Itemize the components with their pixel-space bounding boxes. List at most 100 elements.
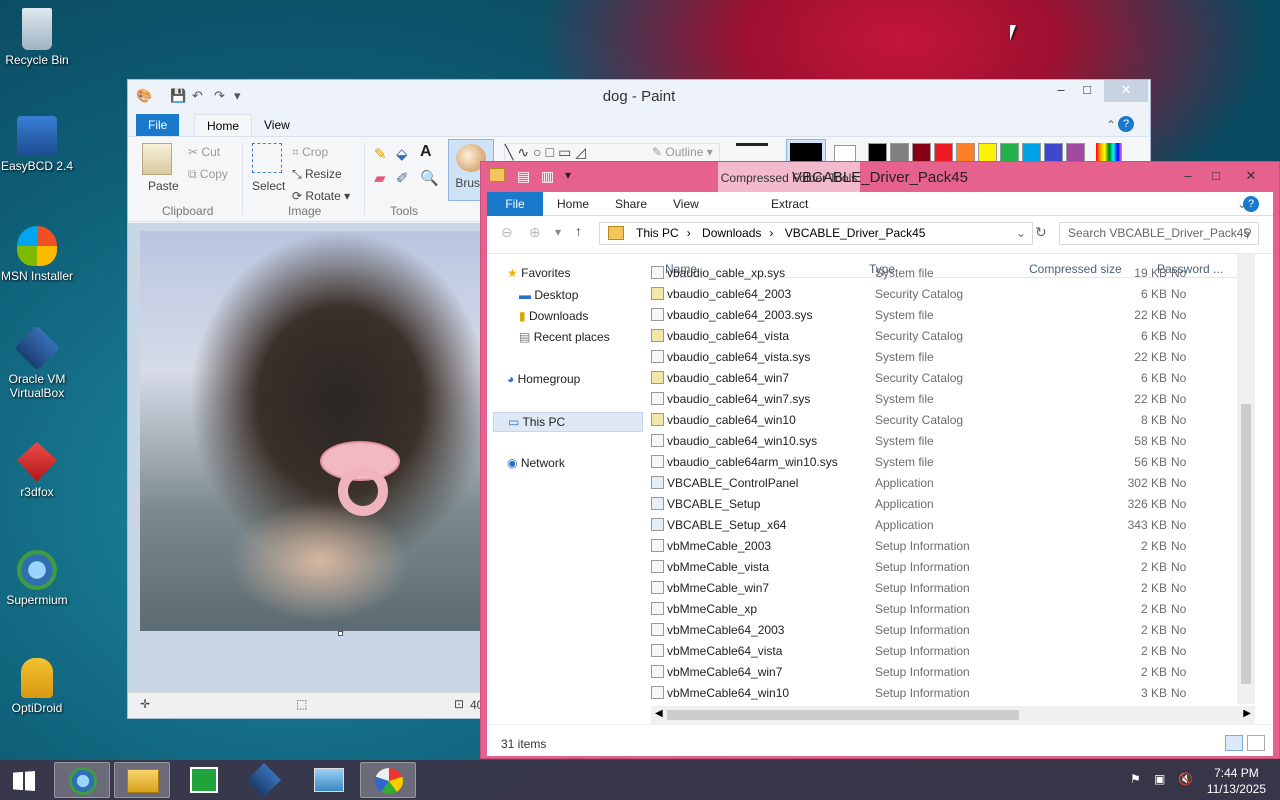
pencil-icon[interactable]: ✎ [374,145,387,163]
palette-color-swatch[interactable] [1000,143,1019,162]
up-icon[interactable]: ↑ [575,223,582,239]
start-button[interactable] [0,762,48,798]
file-row[interactable]: vbMmeCable_win7 Setup Information 2 KB No [651,577,1255,598]
file-row[interactable]: vbaudio_cable64_vista.sys System file 22 K… [651,346,1255,367]
magnifier-icon[interactable]: 🔍 [420,169,439,187]
paste-icon[interactable] [142,143,172,175]
refresh-icon[interactable]: ↻ [1035,224,1047,241]
close-button[interactable]: ✕ [1104,80,1148,102]
resize-button[interactable]: ⤡ Resize [292,167,342,182]
maximize-button[interactable]: □ [1201,166,1231,188]
copy-button[interactable]: ⧉ Copy [188,167,228,182]
cut-button[interactable]: ✂ Cut [188,145,220,159]
maximize-button[interactable]: □ [1072,80,1102,102]
file-row[interactable]: vbaudio_cable64_win10.sys System file 58 K… [651,430,1255,451]
nav-desktop[interactable]: ▬ Desktop [519,288,578,302]
desktop-icon-easybcd[interactable]: EasyBCD 2.4 [0,116,74,173]
paint-tab-view[interactable]: View [252,114,302,136]
edit-colors-icon[interactable] [1096,143,1122,162]
file-row[interactable]: VBCABLE_ControlPanel Application 302 KB No [651,472,1255,493]
file-row[interactable]: vbMmeCable_2003 Setup Information 2 KB No [651,535,1255,556]
breadcrumb-current[interactable]: VBCABLE_Driver_Pack45 [785,226,926,240]
desktop-icon-supermium[interactable]: Supermium [0,550,74,607]
palette-color-swatch[interactable] [1066,143,1085,162]
explorer-titlebar[interactable]: ▤ ▥ ▾ Compressed Folder Tools VBCABLE_Dr… [481,162,1279,192]
paint-tab-home[interactable]: Home [194,114,253,137]
taskbar-paint[interactable] [360,762,416,798]
palette-color-swatch[interactable] [978,143,997,162]
back-icon[interactable]: ⊖ [501,224,513,241]
clock[interactable]: 7:44 PM 11/13/2025 [1207,765,1266,797]
file-row[interactable]: vbMmeCable64_vista Setup Information 2 KB N… [651,640,1255,661]
vertical-scroll-thumb[interactable] [1241,404,1251,684]
palette-color-swatch[interactable] [934,143,953,162]
help-icon[interactable]: ? [1243,196,1259,212]
details-view-icon[interactable] [1225,735,1243,751]
nav-network[interactable]: ◉ Network [507,456,565,470]
select-button[interactable]: Select [252,179,285,193]
explorer-window[interactable]: ▤ ▥ ▾ Compressed Folder Tools VBCABLE_Dr… [480,161,1280,759]
scroll-right-icon[interactable]: ▶ [1243,708,1251,719]
close-button[interactable]: ✕ [1231,166,1271,188]
resize-handle[interactable] [338,631,343,636]
horizontal-scrollbar[interactable]: ◀ ▶ [651,706,1255,724]
text-tool-icon[interactable]: A [420,143,432,161]
file-row[interactable]: vbMmeCable64_win7 Setup Information 2 KB No [651,661,1255,682]
vertical-scrollbar[interactable] [1237,254,1255,704]
taskbar-supermium[interactable] [54,762,110,798]
volume-muted-icon[interactable]: 🔇 [1178,772,1193,786]
recent-locations-icon[interactable]: ▾ [555,225,561,239]
outline-dropdown[interactable]: ✎ Outline ▾ [652,145,713,159]
dog-photo[interactable] [140,231,480,631]
nav-recent-places[interactable]: ▤ Recent places [519,330,610,344]
address-bar[interactable]: This PC › Downloads › VBCABLE_Driver_Pack4… [599,222,1033,245]
file-row[interactable]: vbaudio_cable_xp.sys System file 19 KB No [651,262,1255,283]
palette-color-swatch[interactable] [868,143,887,162]
nav-this-pc[interactable]: ▭ This PC [493,412,643,432]
paint-titlebar[interactable]: 🎨 💾 ↶ ↷ ▾ dog - Paint – □ ✕ [128,80,1150,110]
horizontal-scroll-thumb[interactable] [667,710,1019,720]
explorer-tab-home[interactable]: Home [543,192,603,216]
explorer-tab-share[interactable]: Share [601,192,661,216]
nav-homegroup[interactable]: ◕ Homegroup [507,372,580,386]
forward-icon[interactable]: ⊕ [529,224,541,241]
palette-color-swatch[interactable] [890,143,909,162]
desktop-icon-virtualbox[interactable]: Oracle VM VirtualBox [0,325,74,400]
minimize-button[interactable]: – [1173,166,1203,188]
desktop-icon-r3dfox[interactable]: r3dfox [0,442,74,499]
color-picker-icon[interactable]: ✐ [396,169,409,187]
select-icon[interactable] [252,143,282,173]
palette-color-swatch[interactable] [1044,143,1063,162]
file-row[interactable]: VBCABLE_Setup_x64 Application 343 KB No [651,514,1255,535]
breadcrumb-downloads[interactable]: Downloads [702,226,761,240]
eraser-icon[interactable]: ▰ [374,169,386,187]
file-row[interactable]: vbaudio_cable64_win7 Security Catalog 6 KB… [651,367,1255,388]
file-row[interactable]: vbMmeCable_vista Setup Information 2 KB No [651,556,1255,577]
address-dropdown-icon[interactable]: ⌄ [1016,223,1026,244]
paint-tab-file[interactable]: File [136,114,180,136]
nav-favorites[interactable]: ★ Favorites [507,266,570,280]
file-row[interactable]: vbaudio_cable64_vista Security Catalog 6 K… [651,325,1255,346]
fill-icon[interactable]: ⬙ [396,145,408,163]
file-row[interactable]: vbaudio_cable64_win7.sys System file 22 KB… [651,388,1255,409]
taskbar-file-explorer[interactable] [114,762,170,798]
desktop-icon-optidroid[interactable]: OptiDroid [0,658,74,715]
taskbar-store[interactable] [176,762,232,798]
rotate-button[interactable]: ⟳ Rotate ▾ [292,189,350,203]
file-row[interactable]: vbMmeCable64_win10 Setup Information 3 KB N… [651,682,1255,703]
desktop-icon-recycle-bin[interactable]: Recycle Bin [0,8,74,67]
desktop-icon-msn-installer[interactable]: MSN Installer [0,226,74,283]
file-row[interactable]: vbaudio_cable64_2003.sys System file 22 KB… [651,304,1255,325]
file-row[interactable]: VBCABLE_Setup Application 326 KB No [651,493,1255,514]
large-icons-view-icon[interactable] [1247,735,1265,751]
taskbar-virtualbox[interactable] [236,762,292,798]
explorer-tab-extract[interactable]: Extract [757,192,822,216]
explorer-tab-file[interactable]: File [487,192,543,216]
file-row[interactable]: vbaudio_cable64_2003 Security Catalog 6 KB… [651,283,1255,304]
nav-downloads[interactable]: ▮ Downloads [519,309,588,323]
palette-color-swatch[interactable] [912,143,931,162]
help-icon[interactable]: ? [1118,116,1134,132]
file-row[interactable]: vbaudio_cable64_win10 Security Catalog 8 K… [651,409,1255,430]
search-input[interactable]: Search VBCABLE_Driver_Pack45 ⚲ [1059,222,1259,245]
paste-button[interactable]: Paste [148,179,179,193]
